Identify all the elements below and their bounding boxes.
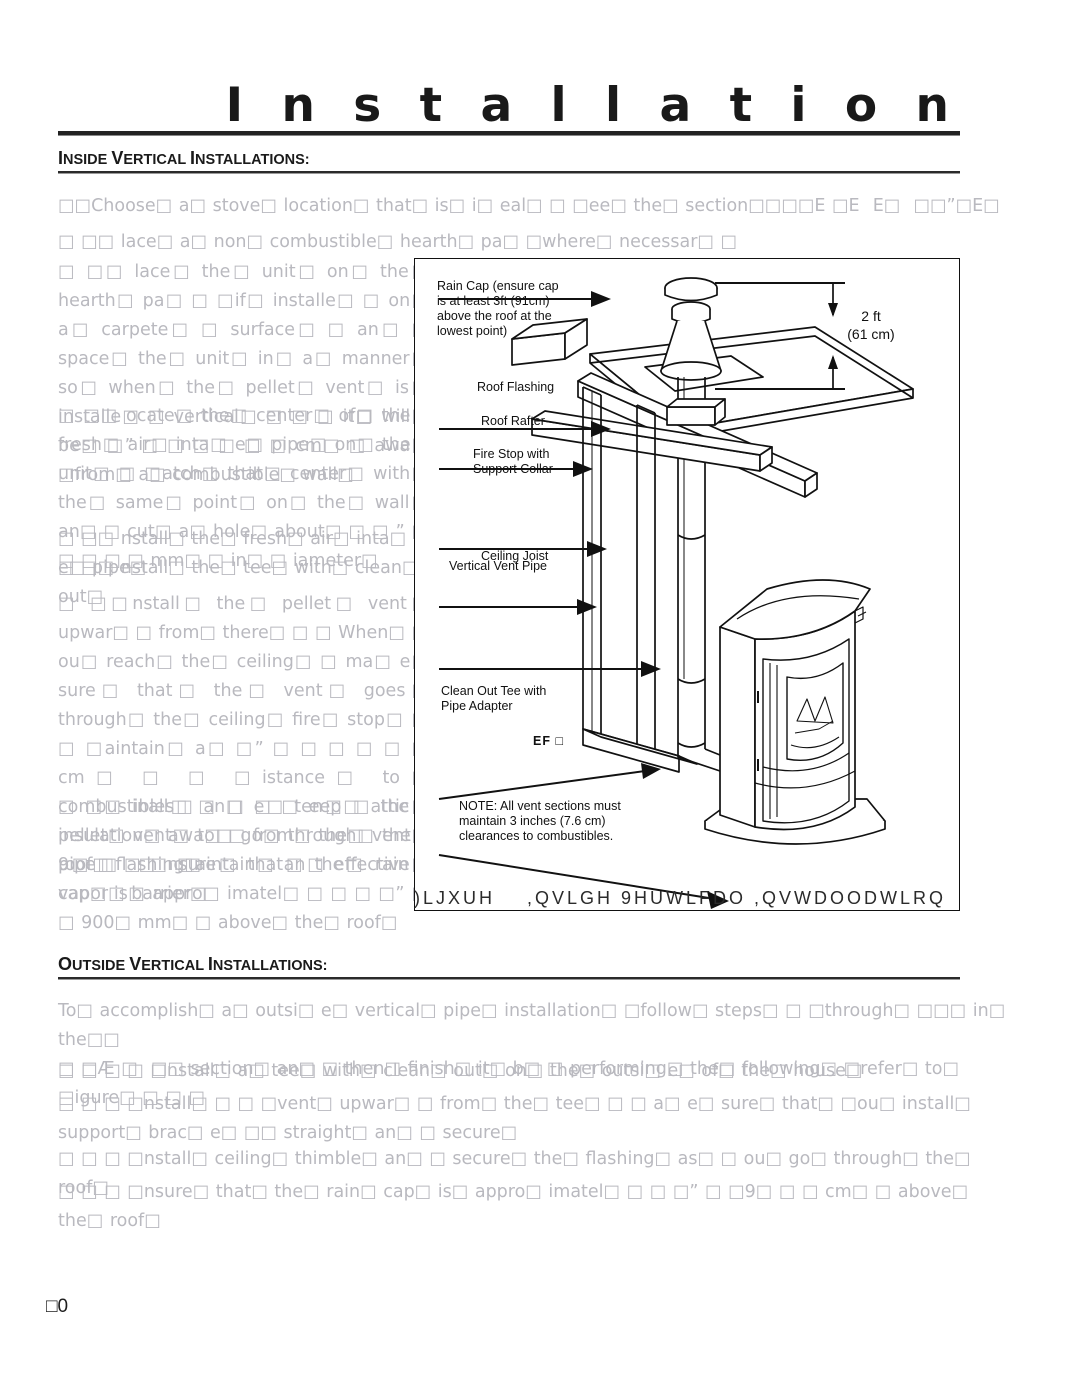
- label-roof-rafter: Roof Rafter: [481, 414, 545, 428]
- heading-divider-outside: [58, 977, 960, 980]
- title-divider: [58, 131, 960, 136]
- heading-initial-2: V: [111, 148, 124, 168]
- heading-initial: O: [58, 954, 73, 974]
- step-outside-rain-cap: □ □ □ □nsure□ that□ the□ rain□ cap□ is□ …: [58, 1182, 975, 1231]
- heading-body-3: NSTALLATIONS:: [195, 152, 310, 168]
- heading-body: UTSIDE: [72, 958, 130, 974]
- step-outside-install-tee: □ □ □ □ □nstall□ a□ tee□ with□ clean□ ou…: [58, 1061, 863, 1081]
- heading-body-2: ERTICAL: [123, 152, 190, 168]
- page-number: □0: [46, 1296, 69, 1317]
- label-vertical-vent-pipe: Vertical Vent Pipe: [449, 559, 547, 573]
- heading-body: NSIDE: [63, 152, 112, 168]
- page-title: I n s t a l l a t i o n: [225, 78, 960, 133]
- dimension-2ft-61cm: 2 ft (61 cm): [847, 308, 895, 342]
- step-outside-install-vent-upward: □ □ □ □nstall□ □ □ □vent□ upwar□ □ from□…: [58, 1094, 978, 1143]
- figure-caption: )LJXUH ,QVLGH 9HUWLFDO ,QVWDOODWLRQ: [414, 888, 947, 908]
- label-clean-out-tee: Clean Out Tee with Pipe Adapter: [441, 684, 547, 713]
- step-hearth-pad: □ □□ lace□ a□ non□ combustible□ hearth□ …: [58, 232, 738, 252]
- heading-inside-vertical-installations: INSIDE VERTICAL INSTALLATIONS:: [58, 148, 310, 169]
- step-rain-cap-height: 9□ □ □ nsure□ that□ the□ rain□ cap□ is□ …: [58, 855, 428, 933]
- heading-divider-inside: [58, 171, 960, 174]
- label-rain-cap: Rain Cap (ensure cap is at least 3ft (91…: [437, 279, 559, 338]
- label-note-clearances: NOTE: All vent sections must maintain 3 …: [459, 799, 621, 843]
- label-ef: EF □: [533, 734, 564, 748]
- step-choose-location: □□Choose□ a□ stove□ location□ that□ is□ …: [58, 196, 1000, 216]
- label-fire-stop-support-collar: Fire Stop with Support Collar: [473, 447, 553, 476]
- heading-body-3: NSTALLATIONS:: [212, 958, 328, 974]
- label-roof-flashing: Roof Flashing: [477, 380, 555, 394]
- figure-inside-vertical-installation: Rain Cap (ensure cap is at least 3ft (91…: [414, 258, 960, 911]
- heading-body-2: ERTICAL: [141, 958, 208, 974]
- heading-initial-2: V: [129, 954, 142, 974]
- heading-outside-vertical-installations: OUTSIDE VERTICAL INSTALLATIONS:: [58, 954, 328, 975]
